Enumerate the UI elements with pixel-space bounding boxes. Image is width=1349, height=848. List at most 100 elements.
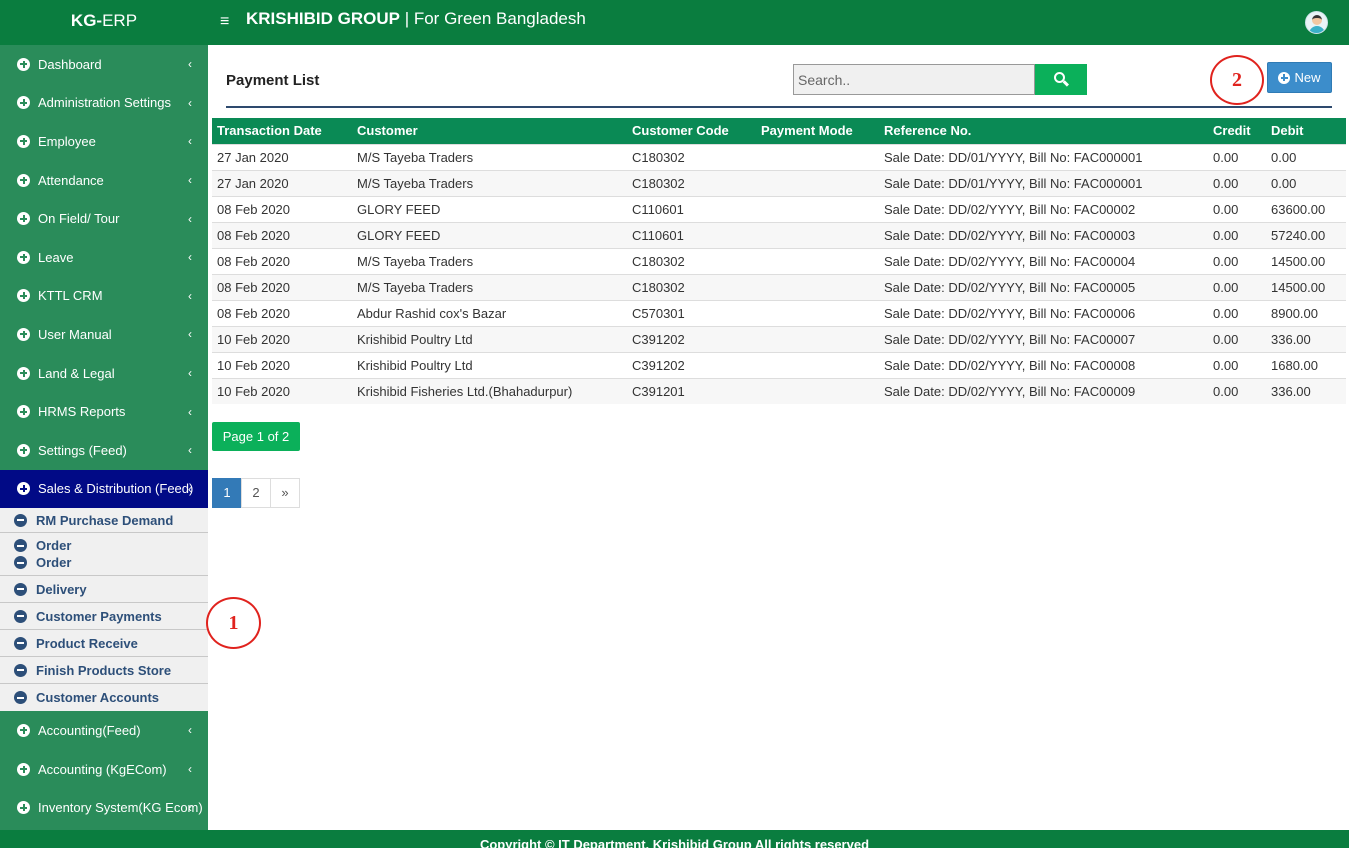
plus-circle-icon — [17, 801, 30, 815]
table-cell: 0.00 — [1208, 351, 1266, 378]
chevron-left-icon: ‹ — [188, 95, 192, 110]
app-brand[interactable]: KG-ERP — [0, 0, 208, 45]
submenu-item-label: Product Receive — [36, 635, 138, 651]
main-content: Payment List New 2 Transaction DateCusto… — [206, 45, 1349, 830]
table-row[interactable]: 27 Jan 2020 M/S Tayeba Traders C180302 Sale… — [212, 169, 1346, 196]
plus-circle-icon — [17, 762, 30, 776]
sidebar-item-hrms-reports[interactable]: HRMS Reports ‹ — [0, 392, 208, 431]
column-header-credit[interactable]: Credit — [1208, 118, 1266, 144]
chevron-left-icon: ‹ — [188, 211, 192, 226]
submenu-item-finish-products-store[interactable]: Finish Products Store — [0, 657, 208, 685]
company-title: KRISHIBID GROUP | For Green Bangladesh — [246, 8, 586, 30]
column-header-customer[interactable]: Customer — [352, 118, 627, 144]
sidebar-item-attendance[interactable]: Attendance ‹ — [0, 161, 208, 200]
sidebar-item-inventory-system-kg-ecom[interactable]: Inventory System(KG Ecom) ‹ — [0, 788, 208, 827]
table-row[interactable]: 08 Feb 2020 M/S Tayeba Traders C180302 Sale… — [212, 247, 1346, 274]
header-divider — [226, 106, 1332, 108]
submenu-item-product-receive[interactable]: Product Receive — [0, 630, 208, 658]
plus-circle-icon — [1278, 71, 1291, 84]
plus-circle-icon — [17, 173, 30, 187]
sidebar-item-user-manual[interactable]: User Manual ‹ — [0, 315, 208, 354]
chevron-left-icon: ‹ — [188, 800, 192, 815]
sidebar-item-land-legal[interactable]: Land & Legal ‹ — [0, 354, 208, 393]
sidebar-item-kttl-crm[interactable]: KTTL CRM ‹ — [0, 277, 208, 316]
chevron-left-icon: ‹ — [188, 366, 192, 381]
table-cell: 10 Feb 2020 — [212, 377, 352, 404]
pagination-next[interactable]: » — [270, 478, 300, 508]
table-row[interactable]: 08 Feb 2020 GLORY FEED C110601 Sale Date: D… — [212, 195, 1346, 222]
table-cell: Krishibid Poultry Ltd — [352, 351, 627, 378]
user-avatar-icon[interactable] — [1305, 11, 1328, 34]
table-cell: Sale Date: DD/02/YYYY, Bill No: FAC00004 — [879, 247, 1208, 274]
table-cell: Krishibid Fisheries Ltd.(Bhahadurpur) — [352, 377, 627, 404]
submenu-item-label: Delivery — [36, 581, 87, 597]
submenu-item-rm-purchase-demand[interactable]: RM Purchase Demand — [0, 508, 208, 534]
table-cell: Sale Date: DD/01/YYYY, Bill No: FAC00000… — [879, 169, 1208, 196]
minus-circle-icon — [14, 663, 27, 677]
sidebar-item-label: Attendance — [38, 172, 104, 188]
column-header-debit[interactable]: Debit — [1266, 118, 1346, 144]
sidebar-item-label: Administration Settings — [38, 95, 171, 111]
menu-toggle-icon[interactable]: ≡ — [220, 11, 229, 33]
table-cell: 1680.00 — [1266, 351, 1346, 378]
sidebar-item-label: Sales & Distribution (Feed) — [38, 481, 194, 497]
table-row[interactable]: 10 Feb 2020 Krishibid Poultry Ltd C391202 S… — [212, 325, 1346, 352]
sidebar-item-label: Inventory System(KG Ecom) — [38, 800, 203, 816]
minus-circle-icon — [14, 691, 27, 705]
sidebar-item-leave[interactable]: Leave ‹ — [0, 238, 208, 277]
table-cell: C391202 — [627, 325, 756, 352]
chevron-left-icon: ‹ — [188, 134, 192, 149]
sidebar-item-employee[interactable]: Employee ‹ — [0, 122, 208, 161]
minus-circle-icon — [14, 582, 27, 596]
table-cell: Sale Date: DD/02/YYYY, Bill No: FAC00008 — [879, 351, 1208, 378]
company-tagline: | For Green Bangladesh — [404, 9, 586, 28]
table-cell: Abdur Rashid cox's Bazar — [352, 299, 627, 326]
sidebar-item-administration-settings[interactable]: Administration Settings ‹ — [0, 84, 208, 123]
table-row[interactable]: 08 Feb 2020 GLORY FEED C110601 Sale Date: D… — [212, 221, 1346, 248]
table-cell: 08 Feb 2020 — [212, 299, 352, 326]
submenu-item-delivery[interactable]: Delivery — [0, 576, 208, 604]
table-row[interactable]: 27 Jan 2020 M/S Tayeba Traders C180302 Sale… — [212, 143, 1346, 170]
search-input[interactable] — [793, 64, 1036, 95]
sidebar-item-dashboard[interactable]: Dashboard ‹ — [0, 45, 208, 84]
table-cell: C180302 — [627, 247, 756, 274]
table-cell: 0.00 — [1208, 169, 1266, 196]
plus-circle-icon — [17, 723, 30, 737]
table-row[interactable]: 10 Feb 2020 Krishibid Poultry Ltd C391202 S… — [212, 351, 1346, 378]
pagination: 1 2 » — [212, 478, 300, 508]
submenu-item-customer-payments[interactable]: Customer Payments — [0, 603, 208, 631]
submenu-item-order[interactable]: Order — [14, 554, 71, 571]
table-cell: 08 Feb 2020 — [212, 221, 352, 248]
table-cell: 0.00 — [1208, 195, 1266, 222]
search-button[interactable] — [1035, 64, 1087, 95]
plus-circle-icon — [17, 327, 30, 341]
new-payment-button[interactable]: New — [1267, 62, 1332, 93]
sidebar-item-accounting-kgecom[interactable]: Accounting (KgECom) ‹ — [0, 750, 208, 789]
column-header-customer-code[interactable]: Customer Code — [627, 118, 756, 144]
sidebar-item-on-field-tour[interactable]: On Field/ Tour ‹ — [0, 199, 208, 238]
sidebar-item-accounting-feed[interactable]: Accounting(Feed) ‹ — [0, 711, 208, 750]
table-row[interactable]: 10 Feb 2020 Krishibid Fisheries Ltd.(Bhah… — [212, 377, 1346, 404]
table-row[interactable]: 08 Feb 2020 Abdur Rashid cox's Bazar C5703… — [212, 299, 1346, 326]
table-cell: Sale Date: DD/01/YYYY, Bill No: FAC00000… — [879, 143, 1208, 170]
column-header-payment-mode[interactable]: Payment Mode — [756, 118, 879, 144]
column-header-reference-no[interactable]: Reference No. — [879, 118, 1208, 144]
chevron-left-icon: ‹ — [188, 481, 192, 496]
submenu-item-customer-accounts[interactable]: Customer Accounts — [0, 684, 208, 711]
table-row[interactable]: 08 Feb 2020 M/S Tayeba Traders C180302 Sale… — [212, 273, 1346, 300]
sidebar-item-settings-feed[interactable]: Settings (Feed) ‹ — [0, 431, 208, 470]
submenu-item-order[interactable]: Order — [14, 537, 71, 554]
chevron-left-icon: ‹ — [188, 443, 192, 458]
sidebar-item-sales-distribution[interactable]: Sales & Distribution (Feed) ‹ — [0, 469, 208, 509]
submenu-item-label: Order — [36, 538, 72, 554]
column-header-transaction-date[interactable]: Transaction Date — [212, 118, 352, 144]
submenu-item-label: Customer Payments — [36, 608, 162, 624]
plus-circle-icon — [17, 366, 30, 380]
submenu-item-label: RM Purchase Demand — [36, 512, 174, 528]
pagination-page-2[interactable]: 2 — [241, 478, 271, 508]
page-indicator-badge: Page 1 of 2 — [212, 422, 300, 451]
pagination-page-1[interactable]: 1 — [212, 478, 242, 508]
table-cell: 08 Feb 2020 — [212, 273, 352, 300]
table-cell — [756, 221, 879, 248]
annotation-marker-1: 1 — [206, 597, 261, 649]
